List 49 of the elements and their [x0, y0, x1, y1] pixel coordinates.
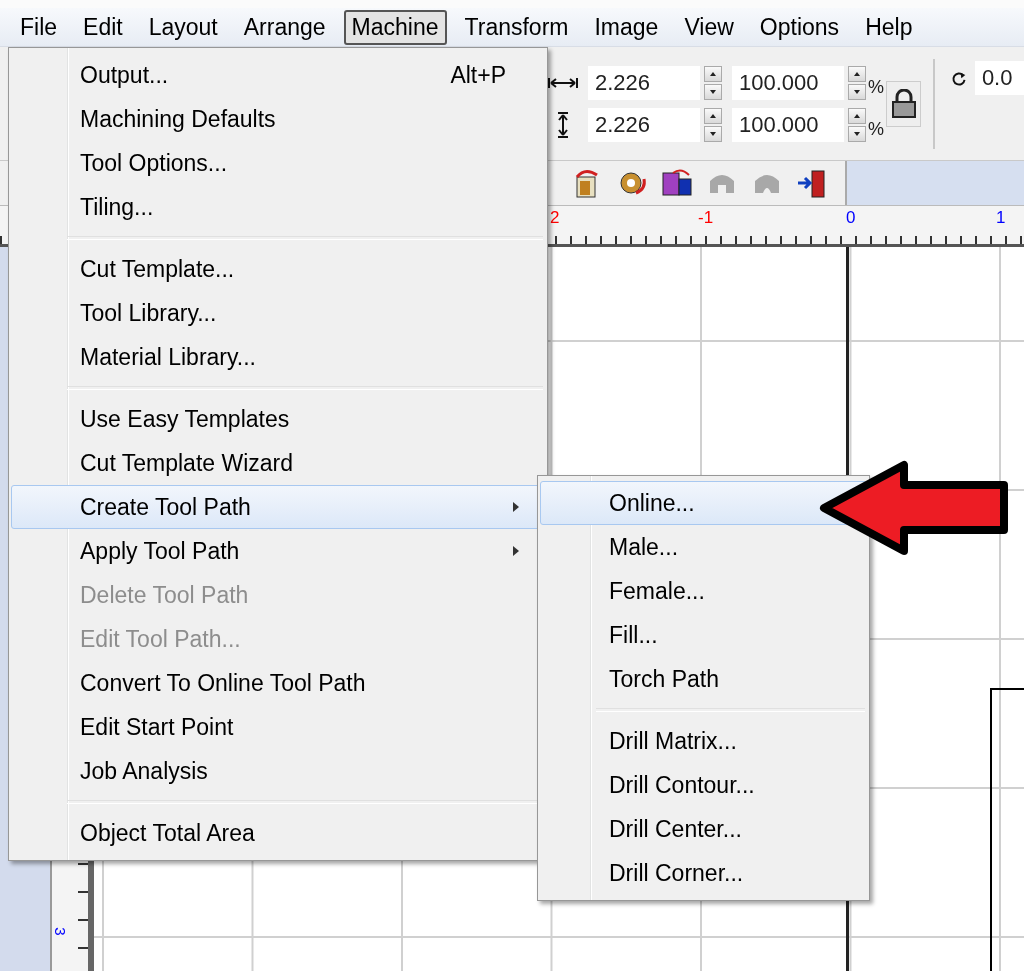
rotation-field[interactable]: 0.0	[974, 61, 1024, 95]
exit-door-icon[interactable]	[796, 167, 828, 199]
menu-item[interactable]: Machining Defaults	[11, 97, 545, 141]
submenu-arrow-icon	[512, 501, 520, 513]
menu-item[interactable]: Tiling...	[11, 185, 545, 229]
menu-item[interactable]: Drill Corner...	[540, 851, 867, 895]
menu-bar-item[interactable]: Image	[586, 9, 667, 45]
spin-buttons[interactable]	[848, 107, 866, 142]
spin-buttons[interactable]	[848, 65, 866, 100]
percent-sign: %	[868, 77, 884, 98]
menu-item[interactable]: Fill...	[540, 613, 867, 657]
size-field[interactable]: 2.226	[588, 65, 700, 100]
ruler-label: 1	[996, 208, 1006, 228]
menu-bar-item[interactable]: Arrange	[235, 9, 334, 45]
menu-bar-item[interactable]: Help	[857, 9, 921, 45]
menu-bar-item[interactable]: Layout	[140, 9, 226, 45]
spin-buttons[interactable]	[704, 65, 722, 100]
percent-field[interactable]: 100.000	[732, 65, 844, 100]
swatch-disk-icon[interactable]	[661, 167, 693, 199]
rotate-icon	[951, 69, 967, 89]
menu-bar-item[interactable]: Options	[751, 9, 848, 45]
lock-button[interactable]	[886, 80, 922, 127]
ruler-label: 0	[846, 208, 856, 228]
menu-item[interactable]: Use Easy Templates	[11, 397, 545, 441]
menu-item[interactable]: Cut Template...	[11, 247, 545, 291]
percent-sign: %	[868, 119, 884, 140]
ruler-label: 3	[51, 927, 69, 936]
menu-item[interactable]: Tool Options...	[11, 141, 545, 185]
menu-bar-item[interactable]: Edit	[75, 9, 131, 45]
size-field[interactable]: 2.226	[588, 107, 700, 142]
menu-bar-item[interactable]: File	[12, 9, 66, 45]
menu-item[interactable]: Online...	[540, 481, 867, 525]
menu-item[interactable]: Torch Path	[540, 657, 867, 701]
menu-item[interactable]: Tool Library...	[11, 291, 545, 335]
menu-item[interactable]: Drill Matrix...	[540, 719, 867, 763]
menu-item[interactable]: Female...	[540, 569, 867, 613]
ruler-label: 2	[550, 208, 560, 228]
menu-bar-item[interactable]: Transform	[456, 9, 577, 45]
percent-field[interactable]: 100.000	[732, 107, 844, 142]
menu-bar-item[interactable]: View	[676, 9, 742, 45]
spin-buttons[interactable]	[704, 107, 722, 142]
ruler-label: -1	[698, 208, 714, 228]
menu-item[interactable]: Drill Contour...	[540, 763, 867, 807]
menu-bar-item[interactable]: Machine	[343, 9, 447, 45]
menu-item[interactable]: Material Library...	[11, 335, 545, 379]
menu-item[interactable]: Output... Alt+P	[11, 53, 545, 97]
menu-item[interactable]: Drill Center...	[540, 807, 867, 851]
submenu-arrow-icon	[512, 545, 520, 557]
width-arrows-icon	[548, 75, 578, 90]
